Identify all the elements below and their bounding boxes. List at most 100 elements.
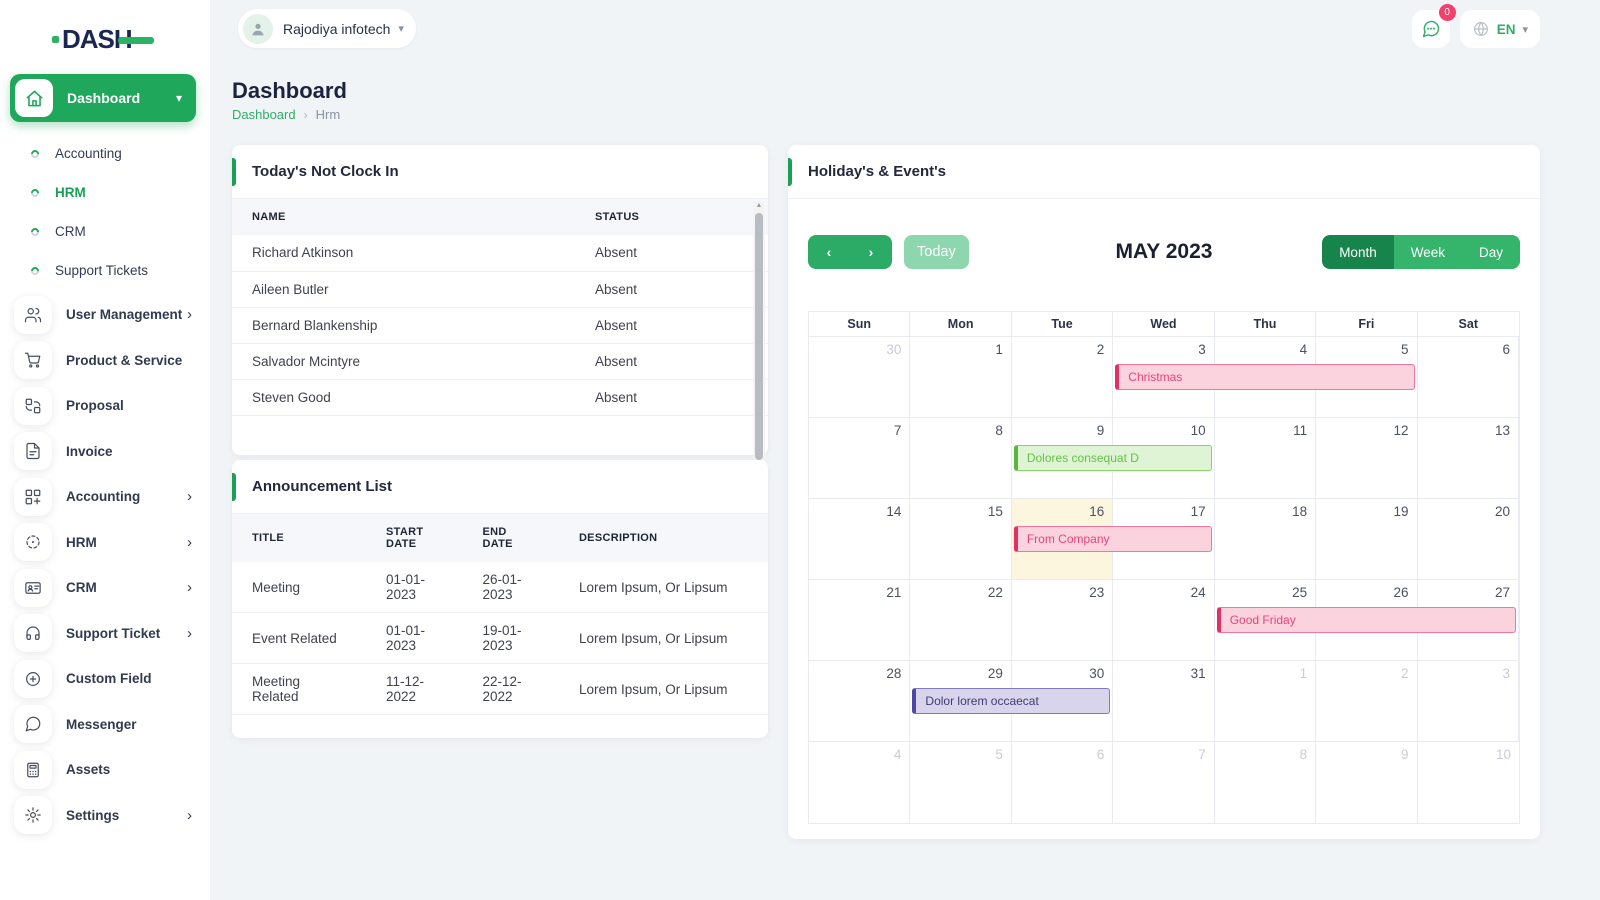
scroll-up-icon[interactable]: ▲ xyxy=(756,201,763,211)
breadcrumb-current: Hrm xyxy=(316,107,341,122)
description: Lorem Ipsum, Or Lipsum xyxy=(559,562,768,613)
breadcrumb-dashboard-link[interactable]: Dashboard xyxy=(232,107,296,122)
calendar-event[interactable]: Christmas xyxy=(1115,364,1414,390)
avatar xyxy=(243,14,273,44)
sidebar-subitem-hrm[interactable]: HRM xyxy=(0,173,210,212)
menu-item-label: Custom Field xyxy=(66,671,192,686)
sidebar-item-accounting[interactable]: Accounting › xyxy=(0,474,210,520)
calendar-day-cell[interactable]: 8 xyxy=(1215,742,1316,823)
announcement-card: Announcement List TITLE START DATE END D… xyxy=(232,460,768,738)
day-number: 20 xyxy=(1495,504,1510,519)
day-number: 3 xyxy=(1502,666,1510,681)
clock-in-table-wrap: NAME STATUS Richard Atkinson Absent Aile… xyxy=(232,199,768,416)
calendar-day-cell[interactable]: 9 xyxy=(1316,742,1417,823)
calendar-day-cell[interactable]: 7 xyxy=(809,418,910,499)
calendar-day-cell[interactable]: 2 xyxy=(1012,337,1113,418)
sidebar-item-dashboard[interactable]: Dashboard ▾ xyxy=(10,74,196,122)
calendar-day-cell[interactable]: 4 xyxy=(809,742,910,823)
view-month-button[interactable]: Month xyxy=(1322,235,1394,269)
end-date: 26-01-2023 xyxy=(462,562,558,613)
day-number: 7 xyxy=(1198,747,1206,762)
vertical-scrollbar[interactable]: ▲ ▼ xyxy=(753,201,765,472)
sidebar-subitem-crm[interactable]: CRM xyxy=(0,212,210,251)
sidebar-subitem-accounting[interactable]: Accounting xyxy=(0,134,210,173)
calendar-day-cell[interactable]: 10 xyxy=(1418,742,1519,823)
calendar-event[interactable]: From Company xyxy=(1014,526,1212,552)
sidebar-item-invoice[interactable]: Invoice xyxy=(0,429,210,475)
calendar-day-cell[interactable]: 6 xyxy=(1012,742,1113,823)
next-month-button[interactable]: › xyxy=(850,235,892,269)
view-day-button[interactable]: Day xyxy=(1462,235,1520,269)
workspace-dropdown[interactable]: Rajodiya infotech ▾ xyxy=(238,9,416,48)
calendar-day-cell[interactable]: 8 xyxy=(910,418,1011,499)
calendar-day-cell[interactable]: 24 xyxy=(1113,580,1214,661)
calendar-day-cell[interactable]: 11 xyxy=(1215,418,1316,499)
today-button[interactable]: Today xyxy=(904,235,969,269)
prev-month-button[interactable]: ‹ xyxy=(808,235,850,269)
calendar-day-cell[interactable]: 2 xyxy=(1316,661,1417,742)
calendar-day-cell[interactable]: 20 xyxy=(1418,499,1519,580)
menu-item-label: Invoice xyxy=(66,444,192,459)
calendar-day-cell[interactable]: 31 xyxy=(1113,661,1214,742)
clock-in-card: Today's Not Clock In NAME STATUS Richard… xyxy=(232,145,768,455)
sidebar-item-messenger[interactable]: Messenger xyxy=(0,702,210,748)
calendar-day-cell[interactable]: 1 xyxy=(1215,661,1316,742)
calendar-event[interactable]: Good Friday xyxy=(1217,607,1516,633)
page-title: Dashboard xyxy=(232,78,347,104)
end-date: 22-12-2022 xyxy=(462,664,558,715)
app-logo[interactable]: DASH xyxy=(0,0,210,58)
sidebar-item-hrm[interactable]: HRM › xyxy=(0,520,210,566)
chevron-right-icon: › xyxy=(304,108,308,122)
sidebar-item-user-management[interactable]: User Management › xyxy=(0,292,210,338)
sidebar-item-custom-field[interactable]: Custom Field xyxy=(0,656,210,702)
column-header-name: NAME xyxy=(232,199,575,235)
calendar-day-cell[interactable]: 6 xyxy=(1418,337,1519,418)
calendar-day-cell[interactable]: 30 xyxy=(809,337,910,418)
calendar-toolbar: ‹ › Today MAY 2023 Month Week Day xyxy=(808,235,1520,269)
language-code: EN xyxy=(1497,22,1516,37)
day-number: 19 xyxy=(1394,504,1409,519)
calendar-day-cell[interactable]: 18 xyxy=(1215,499,1316,580)
messages-button[interactable]: 0 xyxy=(1412,10,1450,48)
calendar-day-cell[interactable]: 12 xyxy=(1316,418,1417,499)
sidebar-item-proposal[interactable]: Proposal xyxy=(0,383,210,429)
calendar-day-cell[interactable]: 13 xyxy=(1418,418,1519,499)
calendar-day-cell[interactable]: 15 xyxy=(910,499,1011,580)
menu-item-label: Proposal xyxy=(66,398,192,413)
calendar-day-cell[interactable]: 3 xyxy=(1418,661,1519,742)
menu-item-label: Support Ticket xyxy=(66,626,187,641)
menu-item-label: User Management xyxy=(66,307,187,322)
calendar-event[interactable]: Dolor lorem occaecat xyxy=(912,688,1110,714)
sidebar-subitem-support-tickets[interactable]: Support Tickets xyxy=(0,251,210,290)
sidebar-item-support-ticket[interactable]: Support Ticket › xyxy=(0,611,210,657)
calendar-day-cell[interactable]: 5 xyxy=(910,742,1011,823)
view-week-button[interactable]: Week xyxy=(1394,235,1462,269)
calendar-day-cell[interactable]: 22 xyxy=(910,580,1011,661)
calendar-day-cell[interactable]: 28 xyxy=(809,661,910,742)
calendar-day-cell[interactable]: 19 xyxy=(1316,499,1417,580)
language-dropdown[interactable]: EN ▾ xyxy=(1460,10,1540,48)
sidebar-item-crm[interactable]: CRM › xyxy=(0,565,210,611)
grid-plus-icon xyxy=(14,478,52,516)
headset-icon xyxy=(14,614,52,652)
table-row: Richard Atkinson Absent xyxy=(232,235,768,271)
table-row: Meeting Related 11-12-2022 22-12-2022 Lo… xyxy=(232,664,768,715)
day-number: 11 xyxy=(1293,423,1307,438)
sidebar-item-product-service[interactable]: Product & Service xyxy=(0,338,210,384)
calendar-day-cell[interactable]: 7 xyxy=(1113,742,1214,823)
calendar-day-cell[interactable]: 1 xyxy=(910,337,1011,418)
bullet-icon xyxy=(29,265,40,276)
scrollbar-thumb[interactable] xyxy=(755,213,763,460)
announcement-title: Meeting xyxy=(232,562,366,613)
sidebar-item-settings[interactable]: Settings › xyxy=(0,793,210,839)
menu-item-label: Product & Service xyxy=(66,353,192,368)
subitem-label: CRM xyxy=(55,224,86,239)
calendar-day-cell[interactable]: 14 xyxy=(809,499,910,580)
calendar-day-cell[interactable]: 23 xyxy=(1012,580,1113,661)
calendar-week-row: 21222324252627Good Friday xyxy=(809,580,1519,661)
day-header: Mon xyxy=(910,312,1011,337)
sidebar-item-assets[interactable]: Assets xyxy=(0,747,210,793)
employee-name: Bernard Blankenship xyxy=(232,307,575,343)
calendar-day-cell[interactable]: 21 xyxy=(809,580,910,661)
calendar-event[interactable]: Dolores consequat D xyxy=(1014,445,1212,471)
